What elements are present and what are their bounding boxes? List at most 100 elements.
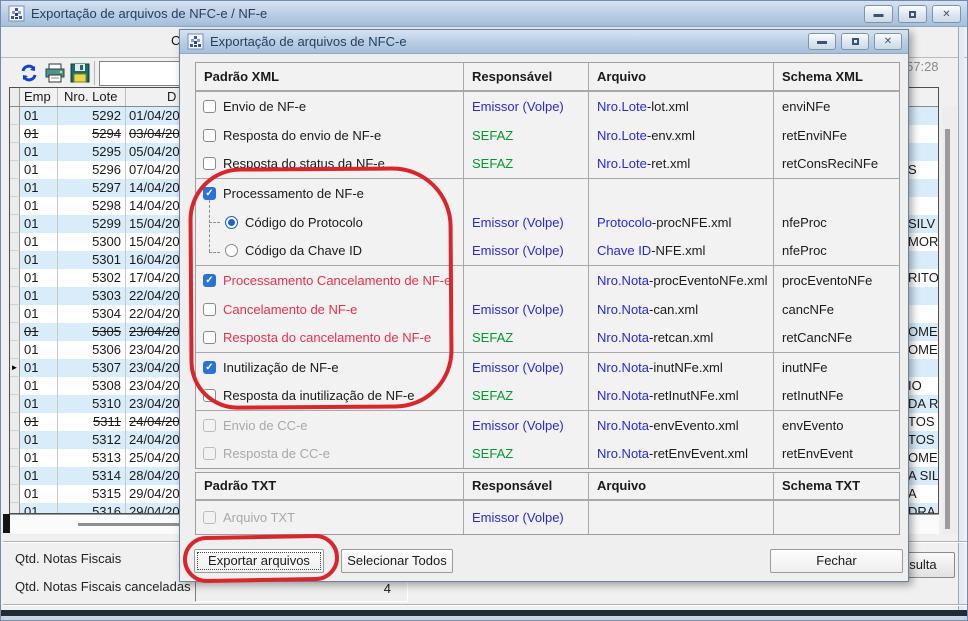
responsavel-cell: Emissor (Volpe) xyxy=(463,92,588,121)
cell-lote: 5307 xyxy=(58,359,126,377)
responsavel-cell: SEFAZ xyxy=(463,149,588,178)
schema-cell xyxy=(773,179,901,208)
responsavel-text: SEFAZ xyxy=(472,128,513,143)
row-selector xyxy=(10,125,20,143)
arquivo-variable: Nro.Nota xyxy=(597,418,649,433)
arquivo-suffix: -retcan.xml xyxy=(649,330,713,345)
schema-cell: nfeProc xyxy=(773,208,901,237)
responsavel-text: Emissor (Volpe) xyxy=(472,418,564,433)
arquivo-cell: Nro.Nota-retEnvEvent.xml xyxy=(588,440,773,469)
cell-lote: 5312 xyxy=(58,431,126,449)
checkbox-unchecked xyxy=(203,447,216,460)
cell-emp: 01 xyxy=(20,197,58,215)
minimize-icon[interactable]: ▬ xyxy=(864,5,893,23)
row-selector xyxy=(10,413,20,431)
checkbox-unchecked[interactable] xyxy=(203,157,216,170)
cell-lote: 5315 xyxy=(58,485,126,503)
fechar-button[interactable]: Fechar xyxy=(770,549,903,573)
schema-text: retConsReciNFe xyxy=(782,156,878,171)
clock-text: 57:28 xyxy=(906,59,939,74)
cell-name-tail: OMER xyxy=(908,449,939,467)
row-selector xyxy=(10,179,20,197)
arquivo-suffix: -env.xml xyxy=(647,128,695,143)
table-header-cell: Arquivo xyxy=(588,473,773,499)
main-titlebar: Exportação de arquivos de NFC-e / NF-e ▬… xyxy=(1,1,967,27)
responsavel-text: SEFAZ xyxy=(472,330,513,345)
option-label: Envio de CC-e xyxy=(223,418,308,433)
cell-emp: 01 xyxy=(20,125,58,143)
arquivo-suffix: -retEnvEvent.xml xyxy=(649,446,748,461)
arquivo-suffix: -inutNFe.xml xyxy=(649,360,723,375)
cell-emp: 01 xyxy=(20,467,58,485)
schema-text: retEnvEvent xyxy=(782,446,853,461)
responsavel-text: Emissor (Volpe) xyxy=(472,99,564,114)
schema-cell xyxy=(773,501,901,534)
vertical-scrollbar-thumb[interactable] xyxy=(945,129,950,529)
responsavel-text: Emissor (Volpe) xyxy=(472,510,564,525)
cell-lote: 5294 xyxy=(58,125,126,143)
cell-emp: 01 xyxy=(20,233,58,251)
qtd-canceladas-label: Qtd. Notas Fiscais canceladas xyxy=(15,579,191,594)
maximize-icon[interactable] xyxy=(898,5,927,23)
grid-col-lote[interactable]: Nro. Lote xyxy=(58,88,126,106)
cell-emp: 01 xyxy=(20,305,58,323)
row-selector xyxy=(10,467,20,485)
close-icon[interactable]: ✕ xyxy=(932,5,961,23)
row-selector xyxy=(10,449,20,467)
dialog-close-icon[interactable]: ✕ xyxy=(874,33,902,50)
cell-lote: 5306 xyxy=(58,341,126,359)
refresh-icon[interactable] xyxy=(18,62,40,84)
cell-emp: 01 xyxy=(20,413,58,431)
save-icon[interactable] xyxy=(69,62,91,84)
cell-emp: 01 xyxy=(20,215,58,233)
schema-text: envEvento xyxy=(782,418,843,433)
arquivo-suffix: -NFE.xml xyxy=(651,243,705,258)
cell-name-tail: A SIL xyxy=(908,467,939,485)
schema-text: retCancNFe xyxy=(782,330,852,345)
table-row: Envio de NF-eEmissor (Volpe)Nro.Lote-lot… xyxy=(196,92,899,121)
arquivo-variable: Protocolo xyxy=(597,215,652,230)
print-icon[interactable] xyxy=(44,62,66,84)
grid-col-emp[interactable]: Emp xyxy=(20,88,58,106)
dialog-minimize-icon[interactable]: ▬ xyxy=(808,33,836,50)
cell-lote: 5305 xyxy=(58,323,126,341)
responsavel-text: SEFAZ xyxy=(472,388,513,403)
row-selector xyxy=(10,503,20,514)
responsavel-text: Emissor (Volpe) xyxy=(472,243,564,258)
arquivo-suffix: -ret.xml xyxy=(647,156,690,171)
option-cell: Resposta do envio de NF-e xyxy=(196,121,463,150)
arquivo-cell: Nro.Nota-can.xml xyxy=(588,295,773,324)
arquivo-variable: Nro.Lote xyxy=(597,128,647,143)
responsavel-cell: Emissor (Volpe) xyxy=(463,501,588,534)
arquivo-suffix: -retInutNFe.xml xyxy=(649,388,739,403)
option-cell: Resposta de CC-e xyxy=(196,440,463,469)
cell-emp: 01 xyxy=(20,287,58,305)
responsavel-cell: SEFAZ xyxy=(463,121,588,150)
cell-emp: 01 xyxy=(20,485,58,503)
arquivo-cell xyxy=(588,501,773,534)
row-selector xyxy=(10,377,20,395)
cell-name-tail: RITO xyxy=(908,269,939,287)
schema-cell: procEventoNFe xyxy=(773,266,901,295)
cell-emp: 01 xyxy=(20,377,58,395)
window-bottom-shadow xyxy=(1,616,968,621)
cell-emp: 01 xyxy=(20,341,58,359)
responsavel-cell: SEFAZ xyxy=(463,440,588,469)
responsavel-cell xyxy=(463,179,588,208)
arquivo-variable: Nro.Nota xyxy=(597,302,649,317)
table-header-row: Padrão XMLResponsávelArquivoSchema XML xyxy=(196,63,899,91)
arquivo-cell: Protocolo-procNFE.xml xyxy=(588,208,773,237)
arquivo-variable: Chave ID xyxy=(597,243,651,258)
checkbox-unchecked[interactable] xyxy=(203,129,216,142)
cell-lote: 5296 xyxy=(58,161,126,179)
annotation-circle-export-button xyxy=(183,534,340,584)
checkbox-unchecked[interactable] xyxy=(203,100,216,113)
cell-emp: 01 xyxy=(20,107,58,125)
selecionar-todos-button[interactable]: Selecionar Todos xyxy=(341,549,453,573)
grid-selector-header xyxy=(10,88,20,106)
vertical-scrollbar[interactable] xyxy=(942,106,957,534)
row-selector xyxy=(10,269,20,287)
dialog-maximize-icon[interactable] xyxy=(841,33,869,50)
responsavel-text: Emissor (Volpe) xyxy=(472,360,564,375)
schema-text: inutNFe xyxy=(782,360,828,375)
